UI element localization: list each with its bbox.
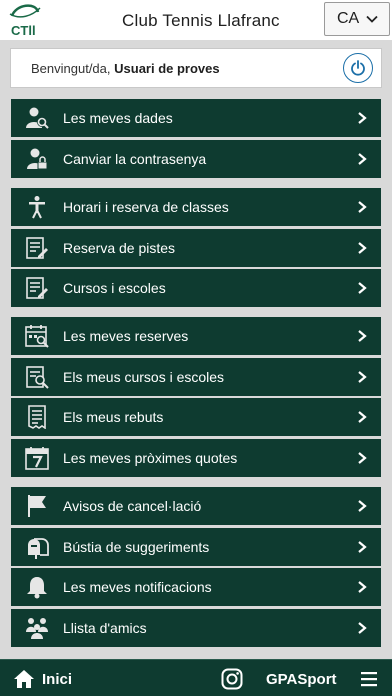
chevron-down-icon: [366, 15, 378, 23]
menu-item-cancellation-alerts[interactable]: Avisos de cancel·lació: [11, 487, 381, 525]
menu-item-change-password[interactable]: Canviar la contrasenya: [11, 139, 381, 178]
svg-text:CTll: CTll: [11, 23, 36, 38]
bottom-nav: Inici GPASport: [0, 659, 392, 696]
chevron-right-icon: [358, 411, 367, 423]
menu-item-label: Cursos i escoles: [63, 280, 166, 296]
menu-item-label: Els meus rebuts: [63, 409, 164, 425]
menu-item-suggestion-box[interactable]: Bústia de suggeriments: [11, 527, 381, 566]
menu-item-label: Les meves reserves: [63, 328, 189, 344]
menu-item-my-data[interactable]: Les meves dades: [11, 99, 381, 137]
document-search-icon: [25, 365, 49, 389]
chevron-right-icon: [358, 201, 367, 213]
power-icon: [351, 60, 365, 76]
menu-item-label: Les meves notificacions: [63, 579, 212, 595]
menu-item-label: Avisos de cancel·lació: [63, 498, 202, 514]
menu-item-label: Les meves dades: [63, 110, 173, 126]
chevron-right-icon: [358, 241, 367, 254]
user-name: Usuari de proves: [114, 61, 220, 76]
club-logo: CTll: [9, 4, 41, 38]
language-value: CA: [337, 10, 360, 27]
friends-icon: [25, 616, 49, 640]
menu-item-label: Bústia de suggeriments: [63, 538, 210, 555]
menu-item-friends-list[interactable]: Llista d'amics: [11, 608, 381, 647]
menu-item-label: Reserva de pistes: [63, 239, 176, 256]
menu-group-account: Les meves dades Canviar la contrasenya: [11, 99, 381, 180]
menu-group-bookings: Horari i reserva de classes Reserva de p…: [11, 188, 381, 310]
chevron-right-icon: [358, 112, 367, 124]
user-lock-icon: [25, 147, 49, 171]
welcome-bar: Benvingut/da, Usuari de proves: [10, 48, 382, 88]
welcome-text: Benvingut/da, Usuari de proves: [31, 61, 220, 76]
menu-item-my-receipts[interactable]: Els meus rebuts: [11, 398, 381, 436]
menu-item-label: Els meus cursos i escoles: [63, 368, 225, 385]
chevron-right-icon: [358, 621, 367, 634]
menu-item-label: Canviar la contrasenya: [63, 150, 207, 167]
menu-item-my-courses[interactable]: Els meus cursos i escoles: [11, 357, 381, 396]
home-link[interactable]: Inici: [42, 671, 72, 688]
menu-item-label: Les meves pròximes quotes: [63, 449, 238, 466]
logout-button[interactable]: [343, 53, 373, 83]
chevron-right-icon: [358, 451, 367, 464]
home-icon[interactable]: [14, 669, 34, 689]
club-name: Club Tennis Llafranc: [122, 11, 280, 30]
chevron-right-icon: [358, 282, 367, 294]
chevron-right-icon: [358, 540, 367, 553]
receipt-icon: [25, 405, 49, 429]
menu-item-courses[interactable]: Cursos i escoles: [11, 269, 381, 307]
menu-item-class-schedule[interactable]: Horari i reserva de classes: [11, 188, 381, 226]
chevron-right-icon: [358, 581, 367, 593]
app-header: CTll Club Tennis Llafranc CA: [0, 0, 392, 40]
chevron-right-icon: [358, 152, 367, 165]
chevron-right-icon: [358, 500, 367, 512]
welcome-greeting: Benvingut/da,: [31, 61, 111, 76]
menu-group-communication: Avisos de cancel·lació Bústia de suggeri…: [11, 487, 381, 649]
mailbox-icon: [25, 535, 49, 559]
menu-item-court-booking[interactable]: Reserva de pistes: [11, 228, 381, 267]
gpasport-link[interactable]: GPASport: [266, 671, 337, 688]
document-edit-icon: [25, 236, 49, 260]
menu-item-upcoming-fees[interactable]: Les meves pròximes quotes: [11, 438, 381, 477]
flag-icon: [25, 494, 49, 518]
calendar-7-icon: [25, 446, 49, 470]
chevron-right-icon: [358, 330, 367, 342]
hamburger-menu-icon[interactable]: [360, 670, 378, 688]
menu-group-my-activity: Les meves reserves Els meus cursos i esc…: [11, 317, 381, 479]
language-select[interactable]: CA: [324, 2, 390, 36]
chevron-right-icon: [358, 370, 367, 383]
instagram-icon[interactable]: [221, 668, 243, 690]
menu-item-label: Llista d'amics: [63, 619, 147, 636]
document-edit-icon: [25, 276, 49, 300]
user-search-icon: [25, 106, 49, 130]
menu-item-notifications[interactable]: Les meves notificacions: [11, 568, 381, 606]
menu-item-my-bookings[interactable]: Les meves reserves: [11, 317, 381, 355]
trainer-icon: [25, 195, 49, 219]
menu-item-label: Horari i reserva de classes: [63, 199, 229, 215]
bell-icon: [25, 575, 49, 599]
calendar-search-icon: [25, 324, 49, 348]
